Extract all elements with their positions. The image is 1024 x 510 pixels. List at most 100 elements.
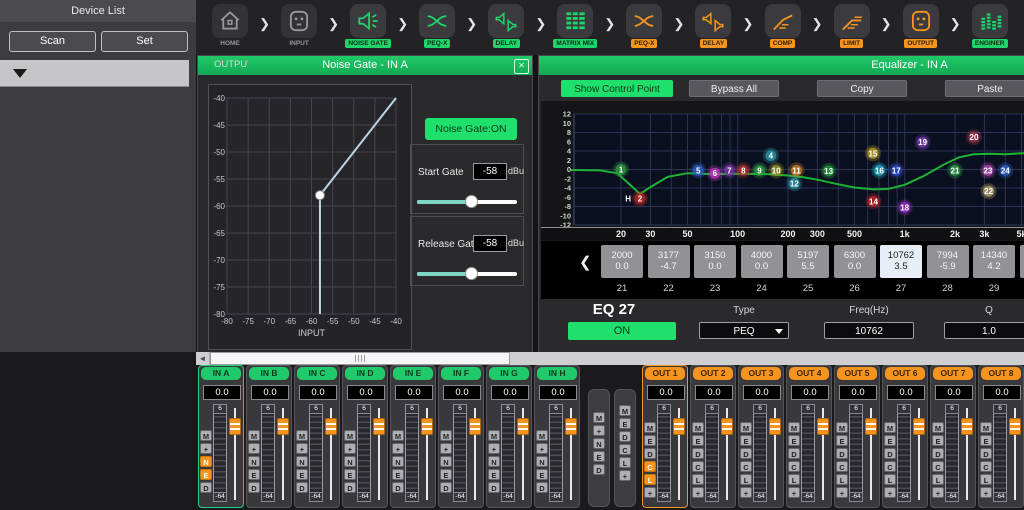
toolbar-item-delay[interactable]: DELAY — [480, 4, 532, 48]
master-button-plus[interactable]: + — [619, 470, 631, 481]
channel-button-m[interactable]: M — [836, 422, 848, 433]
channel-button-e[interactable]: E — [980, 435, 992, 446]
band-scroll-left-icon[interactable]: ❮ — [579, 253, 592, 271]
channel-button-l[interactable]: L — [836, 474, 848, 485]
eq-on-button[interactable]: ON — [568, 322, 676, 340]
master-button-e[interactable]: E — [619, 418, 631, 429]
channel-button-l[interactable]: L — [980, 474, 992, 485]
master-button-d[interactable]: D — [593, 464, 605, 475]
channel-button-n[interactable]: N — [296, 456, 308, 467]
channel-button-l[interactable]: L — [644, 474, 656, 485]
channel-button-d[interactable]: D — [200, 482, 212, 493]
channel-button-m[interactable]: M — [644, 422, 656, 433]
channel-button-e[interactable]: E — [440, 469, 452, 480]
channel-button-n[interactable]: N — [248, 456, 260, 467]
channel-button-d[interactable]: D — [932, 448, 944, 459]
channel-button-plus[interactable]: + — [536, 443, 548, 454]
limit-icon[interactable] — [834, 4, 870, 38]
delay-icon[interactable] — [695, 4, 731, 38]
master-button-plus[interactable]: + — [593, 425, 605, 436]
band-cell-24[interactable]: 40000.0 — [741, 245, 783, 278]
release-gate-slider[interactable] — [417, 267, 517, 281]
fader-handle[interactable] — [517, 418, 529, 435]
channel-button-l[interactable]: L — [788, 474, 800, 485]
toolbar-item-limit[interactable]: LIMIT — [826, 4, 878, 48]
scan-button[interactable]: Scan — [9, 31, 96, 52]
channel-gain-value[interactable]: 0.0 — [491, 385, 529, 400]
channel-label[interactable]: OUT 6 — [885, 367, 925, 380]
eq-x-icon[interactable] — [419, 4, 455, 38]
toolbar-item-noise-gate[interactable]: NOISE GATE — [342, 4, 394, 48]
channel-button-n[interactable]: N — [488, 456, 500, 467]
channel-button-plus[interactable]: + — [488, 443, 500, 454]
channel-button-d[interactable]: D — [296, 482, 308, 493]
channel-button-d[interactable]: D — [392, 482, 404, 493]
channel-button-n[interactable]: N — [344, 456, 356, 467]
scrollbar-left-arrow-icon[interactable]: ◄ — [196, 352, 210, 365]
toolbar-item-enginer[interactable]: ENGINER — [964, 4, 1016, 48]
channel-button-d[interactable]: D — [788, 448, 800, 459]
gate-graph-canvas[interactable]: -40-45-50-55-60-65-70-75-80-80-75-70-65-… — [208, 84, 412, 350]
channel-label[interactable]: OUT 7 — [933, 367, 973, 380]
channel-button-c[interactable]: C — [932, 461, 944, 472]
channel-button-plus[interactable]: + — [392, 443, 404, 454]
set-button[interactable]: Set — [101, 31, 188, 52]
channel-button-c[interactable]: C — [692, 461, 704, 472]
channel-button-d[interactable]: D — [536, 482, 548, 493]
channel-button-d[interactable]: D — [488, 482, 500, 493]
outlet-icon[interactable] — [903, 4, 939, 38]
channel-button-e[interactable]: E — [932, 435, 944, 446]
outlet-icon[interactable] — [281, 4, 317, 38]
channel-gain-value[interactable]: 0.0 — [443, 385, 481, 400]
channel-button-plus[interactable]: + — [296, 443, 308, 454]
channel-gain-value[interactable]: 0.0 — [395, 385, 433, 400]
channel-button-n[interactable]: N — [440, 456, 452, 467]
master-button-l[interactable]: L — [619, 457, 631, 468]
channel-button-l[interactable]: L — [932, 474, 944, 485]
channel-button-c[interactable]: C — [740, 461, 752, 472]
channel-button-d[interactable]: D — [248, 482, 260, 493]
q-input[interactable]: 1.0 — [944, 322, 1024, 339]
fader-handle[interactable] — [373, 418, 385, 435]
fader-handle[interactable] — [325, 418, 337, 435]
comp-icon[interactable] — [765, 4, 801, 38]
channel-label[interactable]: IN A — [201, 367, 241, 380]
fader-handle[interactable] — [1009, 418, 1021, 435]
mixer-scrollbar[interactable]: ◄ — [196, 352, 1024, 365]
toolbar-item-delay[interactable]: DELAY — [687, 4, 739, 48]
home-icon[interactable] — [212, 4, 248, 38]
channel-button-m[interactable]: M — [296, 430, 308, 441]
freq-input[interactable]: 10762 — [824, 322, 914, 339]
fader-handle[interactable] — [721, 418, 733, 435]
channel-button-e[interactable]: E — [740, 435, 752, 446]
channel-button-l[interactable]: L — [740, 474, 752, 485]
meter-icon[interactable] — [972, 4, 1008, 38]
copy-button[interactable]: Copy — [817, 80, 907, 97]
channel-button-e[interactable]: E — [836, 435, 848, 446]
channel-label[interactable]: IN E — [393, 367, 433, 380]
channel-button-m[interactable]: M — [536, 430, 548, 441]
channel-button-plus[interactable]: + — [644, 487, 656, 498]
bypass-all-button[interactable]: Bypass All — [689, 80, 779, 97]
eq-x-icon[interactable] — [626, 4, 662, 38]
channel-gain-value[interactable]: 0.0 — [647, 385, 685, 400]
channel-button-d[interactable]: D — [692, 448, 704, 459]
channel-button-plus[interactable]: + — [884, 487, 896, 498]
band-cell-22[interactable]: 3177-4.7 — [648, 245, 690, 278]
channel-button-m[interactable]: M — [440, 430, 452, 441]
toolbar-item-output[interactable]: OUTPUT — [895, 4, 947, 48]
channel-button-plus[interactable]: + — [836, 487, 848, 498]
channel-button-plus[interactable]: + — [980, 487, 992, 498]
fader-handle[interactable] — [277, 418, 289, 435]
start-gate-value[interactable]: -58 — [473, 163, 507, 180]
channel-gain-value[interactable]: 0.0 — [299, 385, 337, 400]
fader-handle[interactable] — [817, 418, 829, 435]
channel-button-d[interactable]: D — [644, 448, 656, 459]
channel-label[interactable]: OUT 1 — [645, 367, 685, 380]
channel-button-d[interactable]: D — [884, 448, 896, 459]
channel-gain-value[interactable]: 0.0 — [251, 385, 289, 400]
channel-button-e[interactable]: E — [296, 469, 308, 480]
toolbar-item-peq-x[interactable]: PEQ-X — [411, 4, 463, 48]
channel-button-d[interactable]: D — [440, 482, 452, 493]
channel-gain-value[interactable]: 0.0 — [839, 385, 877, 400]
